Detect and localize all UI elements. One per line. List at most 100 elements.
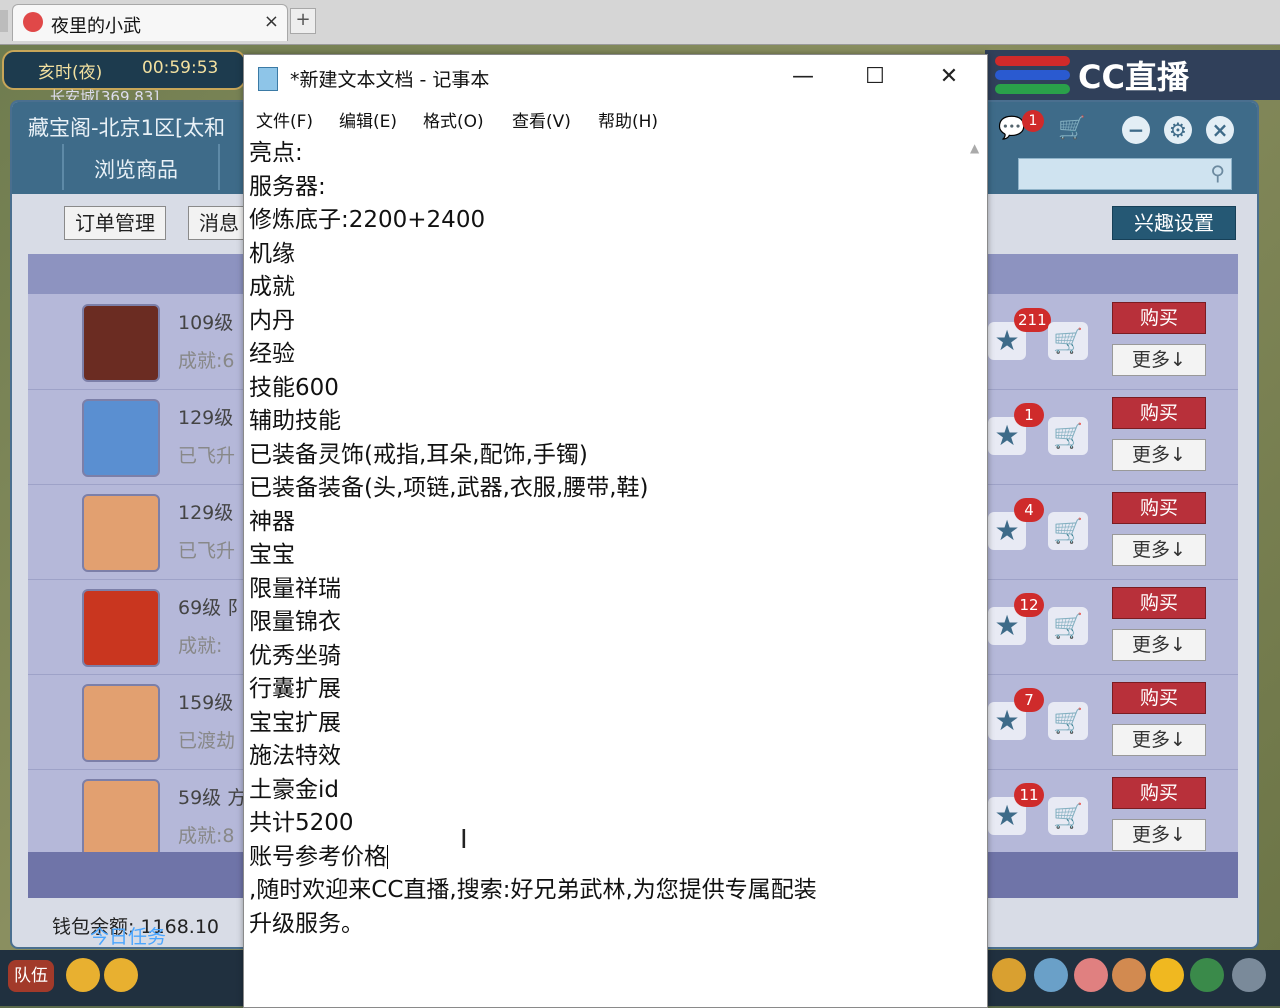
more-button[interactable]: 更多↓ — [1112, 439, 1206, 471]
text-line[interactable]: 账号参考价格 — [249, 841, 964, 875]
add-to-cart-icon[interactable]: 🛒 — [1048, 607, 1088, 645]
computer-icon[interactable] — [1232, 958, 1266, 992]
more-button[interactable]: 更多↓ — [1112, 819, 1206, 851]
peach-icon[interactable] — [1074, 958, 1108, 992]
menu-format[interactable]: 格式(O) — [423, 107, 484, 132]
microphone-icon[interactable] — [66, 958, 100, 992]
text-line[interactable]: 内丹 — [249, 305, 964, 339]
menu-file[interactable]: 文件(F) — [256, 107, 313, 132]
text-line[interactable]: 技能600 — [249, 372, 964, 406]
character-status: 已渡劫 — [178, 730, 236, 752]
add-to-cart-icon[interactable]: 🛒 — [1048, 797, 1088, 835]
tab-scroll-left-icon[interactable] — [0, 10, 8, 32]
buy-button[interactable]: 购买 — [1112, 302, 1206, 334]
hp-bar — [995, 56, 1070, 66]
exp-bar — [995, 84, 1070, 94]
more-button[interactable]: 更多↓ — [1112, 629, 1206, 661]
character-level: 129级 — [178, 502, 234, 524]
character-level: 69级 阝 — [178, 597, 247, 619]
text-line[interactable]: 经验 — [249, 338, 964, 372]
notepad-menubar: 文件(F) 编辑(E) 格式(O) 查看(V) 帮助(H) — [244, 101, 987, 135]
close-icon[interactable]: × — [1206, 116, 1234, 144]
notepad-titlebar[interactable]: *新建文本文档 - 记事本 — ☐ ✕ — [244, 55, 987, 101]
menu-edit[interactable]: 编辑(E) — [339, 107, 397, 132]
character-status: 成就:6 — [178, 350, 235, 372]
text-line[interactable]: 升级服务。 — [249, 908, 964, 942]
add-to-cart-icon[interactable]: 🛒 — [1048, 322, 1088, 360]
shop-title: 藏宝阁-北京1区[太和 — [28, 116, 226, 140]
text-line[interactable]: 亮点: — [249, 137, 964, 171]
avatar[interactable] — [82, 494, 160, 572]
add-to-cart-icon[interactable]: 🛒 — [1048, 702, 1088, 740]
handshake-icon[interactable] — [1112, 958, 1146, 992]
window-minimize-icon[interactable]: — — [780, 59, 826, 95]
text-line[interactable]: 施法特效 — [249, 740, 964, 774]
browser-tab-strip: 夜里的小武 × + — [0, 0, 1280, 45]
character-status: 已飞升 — [178, 445, 236, 467]
text-line[interactable]: 神器 — [249, 506, 964, 540]
avatar[interactable] — [82, 684, 160, 762]
add-to-cart-icon[interactable]: 🛒 — [1048, 417, 1088, 455]
text-line[interactable]: 限量祥瑞 — [249, 573, 964, 607]
window-close-icon[interactable]: ✕ — [926, 59, 972, 95]
menu-help[interactable]: 帮助(H) — [598, 107, 658, 132]
smiley-icon[interactable] — [1150, 958, 1184, 992]
character-status: 成就: — [178, 635, 223, 657]
window-maximize-icon[interactable]: ☐ — [852, 59, 898, 95]
character-level: 129级 — [178, 407, 234, 429]
text-line[interactable]: 服务器: — [249, 171, 964, 205]
tab-close-icon[interactable]: × — [264, 11, 279, 32]
search-icon[interactable]: ⚲ — [1210, 161, 1225, 185]
text-line[interactable]: 成就 — [249, 271, 964, 305]
gear-icon[interactable]: ⚙ — [1164, 116, 1192, 144]
text-line[interactable]: 已装备灵饰(戒指,耳朵,配饰,手镯) — [249, 439, 964, 473]
avatar[interactable] — [82, 589, 160, 667]
text-line[interactable]: 辅助技能 — [249, 405, 964, 439]
daily-task-link[interactable]: 今日任务 — [90, 922, 166, 949]
text-line[interactable]: 已装备装备(头,项链,武器,衣服,腰带,鞋) — [249, 472, 964, 506]
team-button[interactable]: 队伍 — [8, 960, 54, 992]
buy-button[interactable]: 购买 — [1112, 777, 1206, 809]
buy-button[interactable]: 购买 — [1112, 587, 1206, 619]
cart-icon[interactable]: 🛒 — [1058, 116, 1085, 141]
text-line[interactable]: 共计5200 — [249, 807, 964, 841]
avatar[interactable] — [82, 779, 160, 852]
buy-button[interactable]: 购买 — [1112, 492, 1206, 524]
buy-button[interactable]: 购买 — [1112, 397, 1206, 429]
avatar[interactable] — [82, 304, 160, 382]
vertical-scrollbar[interactable]: ▲ — [965, 137, 986, 1005]
text-line[interactable]: 优秀坐骑 — [249, 640, 964, 674]
minimize-icon[interactable]: − — [1122, 116, 1150, 144]
text-line[interactable]: ,随时欢迎来CC直播,搜索:好兄弟武林,为您提供专属配装 — [249, 874, 964, 908]
text-line[interactable]: 限量锦衣 — [249, 606, 964, 640]
order-management-button[interactable]: 订单管理 — [64, 206, 166, 240]
menu-view[interactable]: 查看(V) — [512, 107, 571, 132]
text-line[interactable]: 机缘 — [249, 238, 964, 272]
map-icon[interactable] — [1034, 958, 1068, 992]
favorite-count-badge: 12 — [1014, 593, 1044, 617]
text-line[interactable]: 行囊扩展 — [249, 673, 964, 707]
bell-icon[interactable] — [992, 958, 1026, 992]
more-button[interactable]: 更多↓ — [1112, 344, 1206, 376]
text-line[interactable]: 宝宝扩展 — [249, 707, 964, 741]
text-line[interactable]: 修炼底子:2200+2400 — [249, 204, 964, 238]
text-line[interactable]: 土豪金id — [249, 774, 964, 808]
new-tab-button[interactable]: + — [290, 8, 316, 34]
search-input[interactable]: ⚲ — [1018, 158, 1232, 190]
message-button[interactable]: 消息 — [188, 206, 250, 240]
avatar[interactable] — [82, 399, 160, 477]
text-cursor-icon: I — [460, 825, 468, 855]
add-to-cart-icon[interactable]: 🛒 — [1048, 512, 1088, 550]
scroll-up-icon[interactable]: ▲ — [970, 141, 979, 155]
text-line[interactable]: 宝宝 — [249, 539, 964, 573]
buy-button[interactable]: 购买 — [1112, 682, 1206, 714]
more-button[interactable]: 更多↓ — [1112, 724, 1206, 756]
system-icon[interactable] — [1190, 958, 1224, 992]
tab-browse-goods[interactable]: 浏览商品 — [94, 154, 178, 184]
interest-settings-button[interactable]: 兴趣设置 — [1112, 206, 1236, 240]
browser-tab[interactable]: 夜里的小武 × — [12, 4, 288, 41]
chat-bubble-icon[interactable] — [104, 958, 138, 992]
notepad-window[interactable]: *新建文本文档 - 记事本 — ☐ ✕ 文件(F) 编辑(E) 格式(O) 查看… — [243, 54, 988, 1008]
notepad-text-area[interactable]: 亮点: 服务器: 修炼底子:2200+2400 机缘 成就 内丹 经验 技能600 辅助技能 已装… — [249, 137, 964, 1003]
more-button[interactable]: 更多↓ — [1112, 534, 1206, 566]
